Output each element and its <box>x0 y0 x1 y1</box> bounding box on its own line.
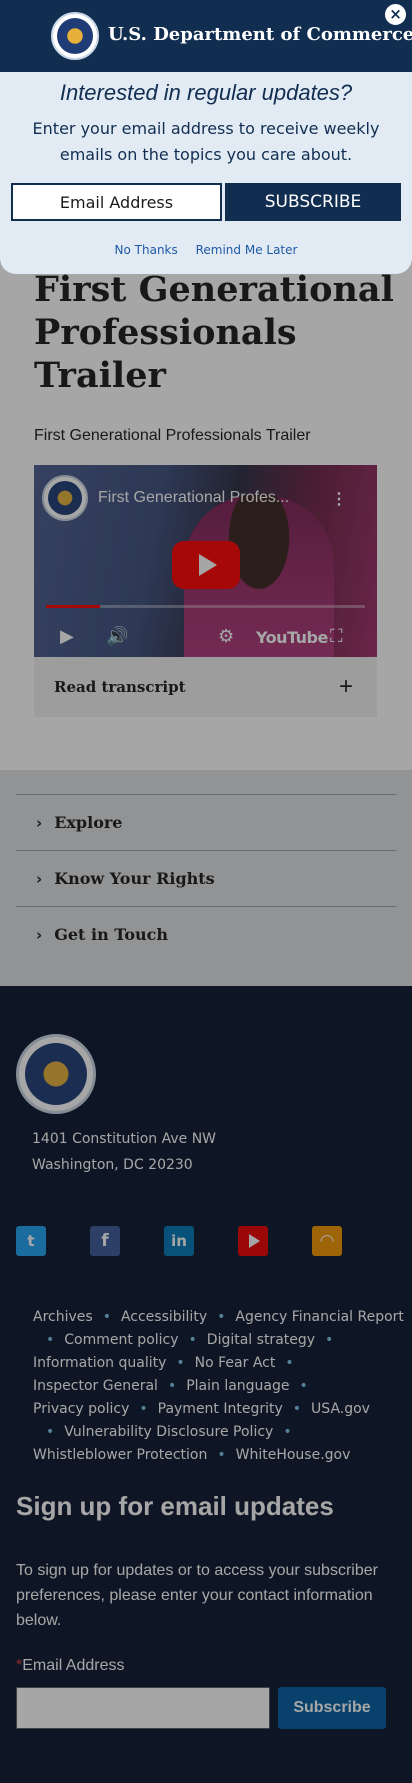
commerce-seal-icon <box>51 12 99 60</box>
popup-description: Enter your email address to receive week… <box>32 119 380 164</box>
close-icon[interactable]: × <box>383 2 408 27</box>
no-thanks-link[interactable]: No Thanks <box>115 243 178 257</box>
remind-me-later-link[interactable]: Remind Me Later <box>196 243 298 257</box>
subscribe-popup: U.S. Department of Commerce × Interested… <box>0 0 412 274</box>
popup-secondary-links: No Thanks Remind Me Later <box>0 243 412 257</box>
popup-brand-title: U.S. Department of Commerce <box>108 24 412 45</box>
popup-header: U.S. Department of Commerce × <box>0 0 412 72</box>
popup-email-input[interactable] <box>11 183 222 221</box>
popup-subscribe-button[interactable]: SUBSCRIBE <box>225 183 401 221</box>
popup-heading: Interested in regular updates? <box>59 80 353 105</box>
